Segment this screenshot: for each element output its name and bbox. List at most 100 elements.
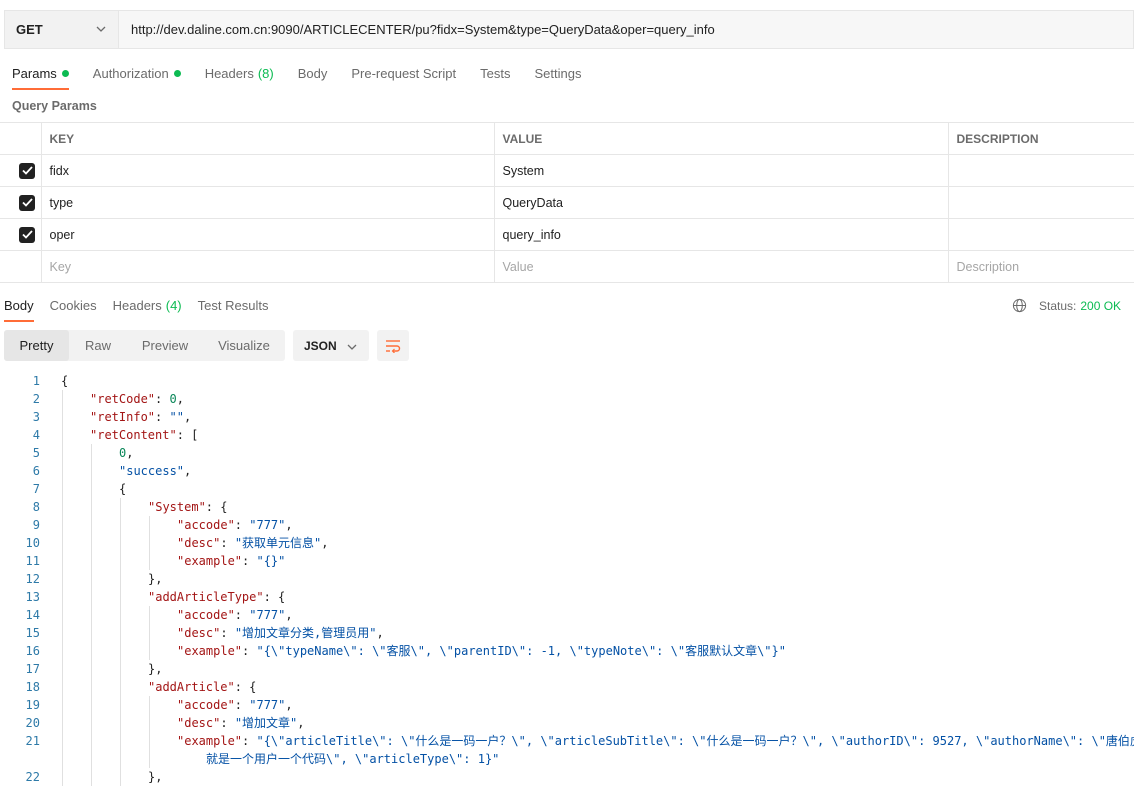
line-number: 3 — [32, 410, 40, 424]
param-description-cell[interactable] — [948, 218, 1134, 251]
tab-response-body[interactable]: Body — [4, 298, 34, 322]
tab-cookies[interactable]: Cookies — [50, 298, 97, 322]
code-line: 22}, — [0, 768, 1134, 786]
code-token: : { — [205, 500, 228, 514]
param-value-cell[interactable]: query_info — [494, 218, 949, 251]
status-value[interactable]: 200 OK — [1080, 299, 1121, 313]
param-description-cell[interactable] — [948, 154, 1134, 187]
tab-tests[interactable]: Tests — [480, 66, 510, 90]
code-token: "retCode" — [90, 392, 156, 406]
tab-body-label: Body — [297, 66, 328, 81]
param-enabled-checkbox[interactable] — [19, 194, 35, 211]
view-pretty-button[interactable]: Pretty — [4, 330, 69, 361]
line-number: 1 — [32, 374, 40, 388]
param-value-cell[interactable]: System — [494, 154, 949, 187]
url-text: http://dev.daline.com.cn:9090/ARTICLECEN… — [131, 22, 715, 37]
tab-tests-label: Tests — [480, 66, 511, 81]
format-select[interactable]: JSON — [293, 330, 369, 361]
code-token: "retInfo" — [90, 410, 156, 424]
code-token: { — [119, 482, 127, 496]
code-token: 0 — [169, 392, 177, 406]
method-select[interactable]: GET — [4, 10, 118, 49]
param-key-cell[interactable]: oper — [41, 218, 495, 251]
code-token: }, — [148, 572, 163, 586]
tab-params[interactable]: Params — [12, 66, 69, 90]
tab-authorization-label: Authorization — [92, 66, 169, 81]
view-visualize-button[interactable]: Visualize — [203, 330, 285, 361]
indent-guide — [149, 696, 150, 768]
wrap-lines-button[interactable] — [377, 330, 409, 361]
param-enabled-checkbox[interactable] — [19, 226, 35, 243]
tab-body[interactable]: Body — [298, 66, 328, 90]
code-line: 17}, — [0, 660, 1134, 678]
param-description-cell[interactable] — [948, 186, 1134, 219]
status-label: Status: — [1039, 298, 1077, 313]
view-preview-button[interactable]: Preview — [127, 330, 203, 361]
code-token: , — [285, 518, 293, 532]
code-token: "example" — [177, 644, 243, 658]
line-number: 19 — [25, 698, 40, 712]
response-status: Status: 200 OK — [1012, 298, 1121, 313]
line-number: 18 — [25, 680, 40, 694]
tab-headers[interactable]: Headers (8) — [205, 66, 274, 90]
code-line: 5 0, — [0, 444, 1134, 462]
new-description-input[interactable]: Description — [948, 250, 1134, 283]
code-line: 6 "success", — [0, 462, 1134, 480]
table-row-new: Key Value Description — [0, 250, 1134, 283]
code-token: , — [376, 626, 384, 640]
indent-guide — [120, 498, 121, 786]
key-column-header: KEY — [41, 122, 495, 155]
code-line: 3 "retInfo": "", — [0, 408, 1134, 426]
new-key-input[interactable]: Key — [41, 250, 495, 283]
view-raw-button[interactable]: Raw — [69, 330, 127, 361]
code-token: "获取单元信息" — [234, 536, 322, 550]
param-value-cell[interactable]: QueryData — [494, 186, 949, 219]
response-body-code[interactable]: 1{2 "retCode": 0, 3 "retInfo": "", 4 "retCont… — [0, 372, 1134, 786]
code-text: "retCode": 0, — [90, 390, 184, 408]
globe-icon[interactable] — [1012, 298, 1027, 313]
query-params-table: KEY VALUE DESCRIPTION fidx System type Q… — [0, 122, 1134, 283]
line-number: 11 — [25, 554, 40, 568]
indent-guide — [149, 516, 150, 570]
code-text: }, — [148, 660, 162, 678]
chevron-down-icon — [347, 344, 357, 350]
tab-test-results[interactable]: Test Results — [198, 298, 269, 322]
method-label: GET — [16, 22, 43, 37]
code-line: 19 "accode": "777", — [0, 696, 1134, 714]
code-text: 0, — [119, 444, 133, 462]
tab-response-headers[interactable]: Headers (4) — [113, 298, 182, 322]
tab-settings[interactable]: Settings — [534, 66, 581, 90]
tab-prerequest-script[interactable]: Pre-request Script — [351, 66, 456, 90]
line-number: 4 — [32, 428, 40, 442]
tab-authorization[interactable]: Authorization — [93, 66, 181, 90]
code-token: "777" — [249, 698, 286, 712]
code-token: "example" — [177, 734, 243, 748]
code-token: "{\"articleTitle\": \"什么是一码一户？\", \"arti… — [256, 734, 1134, 748]
line-number: 22 — [25, 770, 40, 784]
line-number: 20 — [25, 716, 40, 730]
check-icon — [21, 230, 33, 239]
param-key-cell[interactable]: type — [41, 186, 495, 219]
param-enabled-checkbox[interactable] — [19, 162, 35, 179]
code-token: "desc" — [177, 626, 221, 640]
code-line: 20 "desc": "增加文章", — [0, 714, 1134, 732]
code-line: 11 "example": "{}" — [0, 552, 1134, 570]
code-text: "accode": "777", — [177, 516, 293, 534]
table-header-row: KEY VALUE DESCRIPTION — [0, 122, 1134, 155]
tab-cookies-label: Cookies — [49, 298, 97, 313]
code-text: "desc": "增加文章分类,管理员用", — [177, 624, 384, 642]
new-value-input[interactable]: Value — [494, 250, 949, 283]
code-text: { — [61, 372, 68, 390]
code-line: 1{ — [0, 372, 1134, 390]
line-number: 7 — [32, 482, 40, 496]
code-token: "System" — [148, 500, 206, 514]
param-key-cell[interactable]: fidx — [41, 154, 495, 187]
code-text: "addArticle": { — [148, 678, 256, 696]
code-token: "增加文章分类,管理员用" — [234, 626, 377, 640]
code-token: "accode" — [177, 518, 235, 532]
code-token: : — [242, 734, 257, 748]
code-token: : — [155, 392, 170, 406]
check-icon — [21, 166, 33, 175]
code-token: , — [126, 446, 134, 460]
url-input[interactable]: http://dev.daline.com.cn:9090/ARTICLECEN… — [118, 10, 1134, 49]
